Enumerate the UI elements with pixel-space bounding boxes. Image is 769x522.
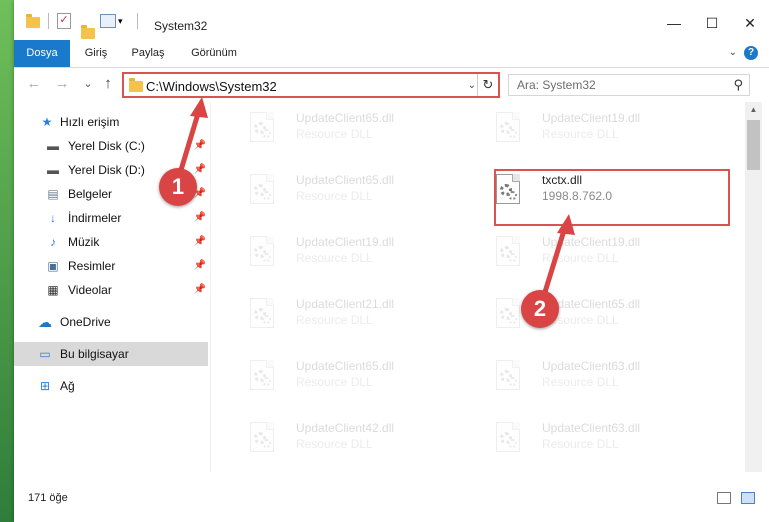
- annotation-step-2: 2: [521, 290, 559, 328]
- arrow-2-head: [557, 214, 575, 235]
- annotation-arrows: [175, 97, 575, 306]
- annotation-step-1: 1: [159, 168, 197, 206]
- arrow-1-head: [190, 97, 208, 118]
